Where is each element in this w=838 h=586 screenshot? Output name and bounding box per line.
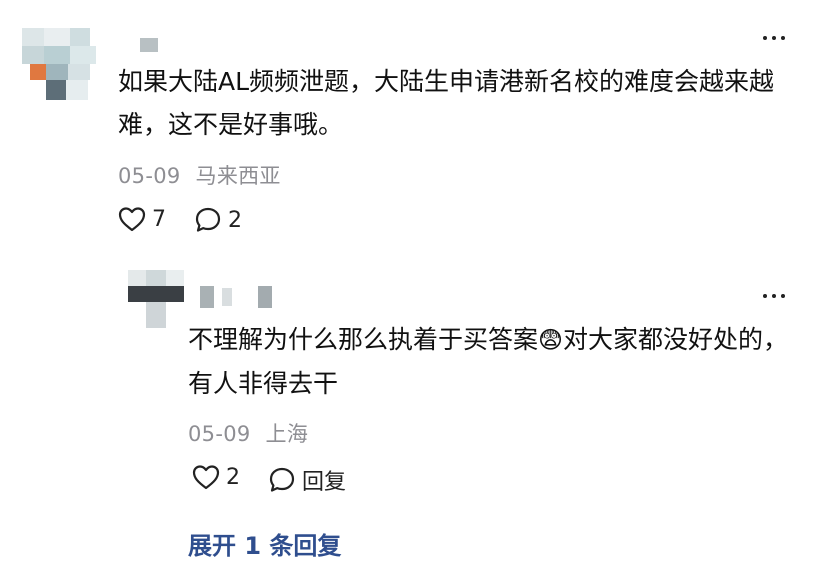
comment-bubble-icon — [195, 207, 221, 232]
more-options-icon[interactable] — [758, 30, 790, 46]
comment-location: 马来西亚 — [195, 164, 281, 188]
expand-replies-link[interactable]: 展开 1 条回复 — [188, 526, 341, 561]
heart-icon — [192, 465, 220, 490]
comment-bubble-icon — [269, 467, 295, 492]
comment-text: 如果大陆AL频频泄题，大陆生申请港新名校的难度会越来越难，这不是好事哦。 — [118, 67, 775, 139]
avatar[interactable] — [128, 270, 184, 330]
username-blurred[interactable] — [140, 38, 158, 52]
emoji-fearful: 😨 — [538, 326, 564, 354]
reply-date: 05-09 — [188, 422, 251, 446]
reply-button[interactable]: 回复 — [268, 464, 346, 496]
reply-meta: 05-09 上海 — [188, 418, 308, 448]
like-button[interactable]: 2 — [192, 464, 240, 490]
like-count: 2 — [226, 464, 240, 490]
reply-count-button[interactable]: 2 — [194, 206, 242, 234]
avatar[interactable] — [22, 28, 106, 102]
reply-label: 回复 — [302, 470, 347, 495]
username-blurred[interactable] — [200, 286, 272, 308]
heart-icon — [118, 207, 146, 232]
reply-location: 上海 — [265, 422, 309, 446]
comment-meta: 05-09 马来西亚 — [118, 160, 281, 190]
reply-text: 不理解为什么那么执着于买答案😨对大家都没好处的，有人非得去干 — [188, 318, 800, 405]
comment-date: 05-09 — [118, 164, 181, 188]
reply-count: 2 — [228, 207, 242, 233]
like-count: 7 — [152, 206, 166, 232]
reply-text-part1: 不理解为什么那么执着于买答案 — [188, 325, 539, 354]
like-button[interactable]: 7 — [118, 206, 166, 232]
more-options-icon[interactable] — [758, 288, 790, 304]
